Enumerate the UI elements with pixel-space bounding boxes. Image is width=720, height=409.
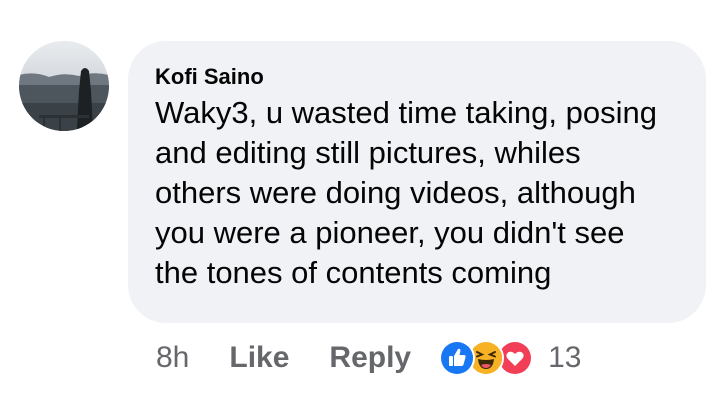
reply-button[interactable]: Reply [329,341,411,375]
comment-actions: 8h Like Reply 13 [156,338,581,378]
comment-bubble: Kofi Saino Waky3, u wasted time taking, … [128,41,706,323]
reaction-summary[interactable] [439,340,534,376]
like-button[interactable]: Like [229,341,289,375]
comment: Kofi Saino Waky3, u wasted time taking, … [0,0,720,409]
like-icon [439,340,476,376]
comment-author[interactable]: Kofi Saino [155,64,686,90]
reaction-count[interactable]: 13 [548,341,581,375]
avatar[interactable] [19,41,109,131]
comment-text: Waky3, u wasted time taking, posing and … [155,95,657,290]
avatar-photo [19,41,109,131]
timestamp[interactable]: 8h [156,341,189,375]
